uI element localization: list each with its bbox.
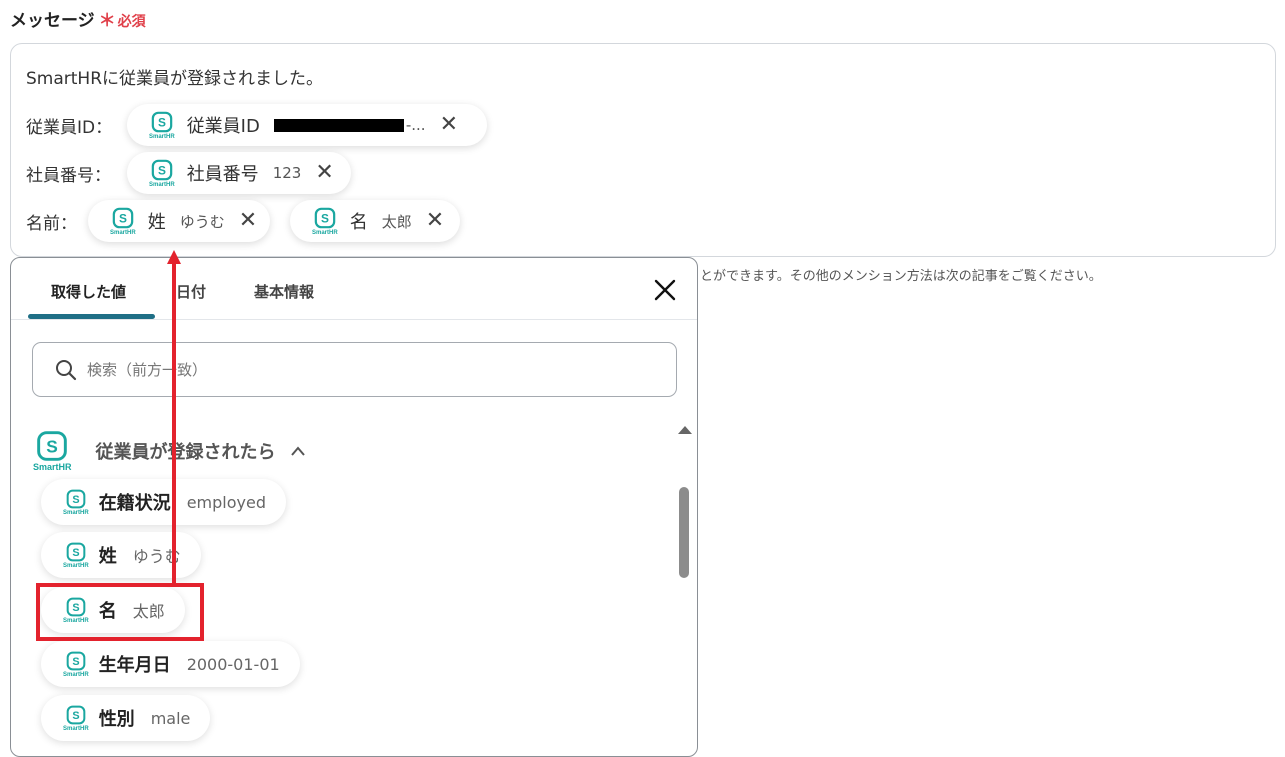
pill-name: 姓 — [147, 212, 166, 233]
svg-text:S: S — [119, 211, 127, 225]
pill-value: 太郎 — [381, 212, 412, 231]
svg-text:S: S — [46, 437, 58, 457]
annotation-highlight-box — [36, 583, 204, 641]
editor-line-name-label: 名前： — [26, 214, 77, 234]
close-icon[interactable] — [651, 276, 679, 304]
svg-text:S: S — [72, 656, 79, 668]
smarthr-logo-icon: S SmartHR — [63, 542, 89, 569]
svg-text:S: S — [72, 547, 79, 559]
tab-date[interactable]: 日付 — [176, 281, 206, 302]
editor-line-employee-number-label: 社員番号： — [26, 166, 111, 186]
item-value: 2000-01-01 — [186, 654, 280, 674]
svg-text:S: S — [158, 163, 166, 177]
variable-pill-last-name[interactable]: S SmartHR 姓 ゆうむ ✕ — [88, 200, 270, 242]
svg-text:S: S — [158, 115, 166, 129]
field-label-text: メッセージ — [10, 11, 95, 31]
pill-name: 従業員ID — [186, 116, 260, 137]
smarthr-logo-icon: S SmartHR — [312, 207, 338, 236]
item-name: 生年月日 — [98, 655, 171, 676]
required-text: 必須 — [117, 14, 146, 30]
smarthr-logo-icon: S SmartHR — [149, 159, 175, 188]
smarthr-logo-icon: S SmartHR — [63, 489, 89, 516]
list-item[interactable]: S SmartHR 姓 ゆうむ — [41, 532, 201, 578]
close-icon[interactable]: ✕ — [315, 162, 333, 184]
svg-text:S: S — [72, 710, 79, 722]
helper-text: とができます。その他のメンション方法は次の記事をご覧ください。 — [700, 269, 1102, 284]
close-icon[interactable]: ✕ — [426, 210, 444, 232]
scrollbar-thumb[interactable] — [679, 487, 689, 578]
message-field-label: メッセージ＊必須 — [10, 6, 146, 31]
message-editor[interactable]: SmartHRに従業員が登録されました。 従業員ID： 社員番号： 名前： SS… — [10, 43, 1276, 257]
close-icon[interactable]: ✕ — [239, 210, 257, 232]
close-icon[interactable]: ✕ — [440, 114, 458, 136]
tab-bar: 取得した値 日付 基本情報 — [11, 258, 697, 320]
active-tab-indicator — [28, 314, 155, 319]
scroll-up-icon[interactable] — [678, 426, 692, 434]
pill-value: -... — [405, 116, 426, 134]
group-header[interactable]: S SmartHR 従業員が登録されたら — [33, 430, 306, 472]
variable-pill-first-name[interactable]: S SmartHR 名 太郎 ✕ — [290, 200, 460, 242]
pill-value: ゆうむ — [179, 212, 225, 231]
annotation-arrow-head — [167, 250, 181, 264]
list-item[interactable]: S SmartHR 生年月日 2000-01-01 — [41, 641, 300, 687]
tab-basic-info[interactable]: 基本情報 — [254, 281, 314, 302]
item-name: 姓 — [98, 546, 117, 567]
search-box[interactable] — [32, 342, 677, 397]
smarthr-logo-icon: S SmartHR — [63, 705, 89, 732]
chevron-up-icon[interactable] — [290, 445, 306, 457]
search-input[interactable] — [85, 359, 645, 380]
item-name: 性別 — [98, 709, 135, 730]
item-value: employed — [186, 492, 266, 512]
editor-line-1: SmartHRに従業員が登録されました。 — [26, 69, 324, 89]
pill-name: 名 — [349, 212, 368, 233]
pill-value: 123 — [272, 164, 302, 182]
group-title: 従業員が登録されたら — [95, 442, 276, 463]
item-name: 在籍状況 — [98, 493, 171, 514]
editor-line-employee-id-label: 従業員ID： — [26, 118, 113, 138]
list-item[interactable]: S SmartHR 性別 male — [41, 695, 211, 741]
smarthr-logo-icon: S SmartHR — [63, 651, 89, 678]
item-value: male — [150, 708, 191, 728]
smarthr-logo-icon: S SmartHR — [33, 430, 72, 472]
variable-pill-employee-number[interactable]: S SmartHR 社員番号 123 ✕ — [127, 152, 351, 194]
tab-acquired-values[interactable]: 取得した値 — [51, 281, 126, 302]
svg-text:S: S — [72, 494, 79, 506]
value-picker-panel: 取得した値 日付 基本情報 SSmartHR 従業員が登録されたら SSmart… — [10, 257, 698, 757]
variable-pill-employee-id[interactable]: S SmartHR 従業員ID -... ✕ — [127, 104, 487, 146]
svg-text:S: S — [321, 211, 329, 225]
search-icon — [56, 359, 77, 380]
pill-name: 社員番号 — [186, 164, 259, 185]
smarthr-logo-icon: S SmartHR — [110, 207, 136, 236]
list-item[interactable]: S SmartHR 在籍状況 employed — [41, 479, 286, 525]
annotation-arrow-line — [172, 262, 176, 583]
redacted-value — [273, 118, 404, 132]
required-star-icon: ＊ — [98, 11, 116, 31]
smarthr-logo-icon: S SmartHR — [149, 111, 175, 140]
